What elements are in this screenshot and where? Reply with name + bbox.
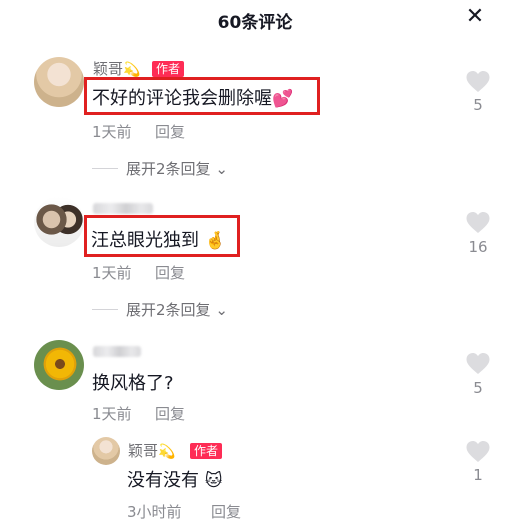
reply-button[interactable]: 回复 [155, 262, 185, 283]
avatar[interactable] [34, 340, 84, 390]
comment-count-title: 60条评论 [217, 13, 293, 33]
like-count: 5 [473, 379, 483, 397]
like-button[interactable] [463, 70, 493, 93]
hearts-emoji: 💕 [272, 89, 294, 109]
expand-replies-button[interactable]: 展开2条回复 ⌄ [126, 158, 228, 179]
reply-button[interactable]: 回复 [211, 501, 241, 522]
comment-text: 不好的评论我会删除喔💕 [92, 88, 294, 109]
avatar[interactable] [34, 57, 84, 107]
expand-divider [92, 309, 118, 310]
like-button[interactable] [463, 211, 493, 234]
like-button[interactable] [463, 352, 493, 375]
like-count: 1 [473, 466, 483, 484]
reply-time: 3小时前 [127, 503, 182, 521]
expand-divider [92, 168, 118, 169]
like-count: 5 [473, 96, 483, 114]
crossed-fingers-emoji: 🤞 [204, 231, 226, 251]
chevron-down-icon: ⌄ [215, 301, 228, 319]
like-button[interactable] [463, 440, 493, 463]
reply-text: 没有没有 🐱 [127, 470, 223, 491]
comment-time: 1天前 [92, 123, 132, 141]
reply-author[interactable]: 颖哥💫 [128, 440, 175, 461]
author-badge: 作者 [190, 443, 223, 459]
comment-text: 汪总眼光独到 🤞 [91, 230, 226, 251]
comment-time: 1天前 [92, 264, 132, 282]
comment-author[interactable]: 颖哥💫 [93, 58, 140, 79]
blurred-username [93, 203, 153, 214]
blurred-username [93, 346, 141, 357]
comments-panel: 60条评论 ✕ 颖哥💫 作者 不好的评论我会删除喔💕 1天前 回复 展开2条回复… [0, 0, 510, 530]
sparkle-icon: 💫 [123, 62, 141, 78]
comment-time: 1天前 [92, 405, 132, 423]
cat-emoji: 🐱 [204, 471, 223, 491]
heart-icon [466, 212, 490, 233]
reply-button[interactable]: 回复 [155, 403, 185, 424]
heart-icon [466, 353, 490, 374]
sparkle-icon: 💫 [158, 444, 176, 460]
chevron-down-icon: ⌄ [215, 160, 228, 178]
close-icon[interactable]: ✕ [464, 6, 486, 28]
comment-text: 换风格了? [92, 373, 174, 394]
reply-button[interactable]: 回复 [155, 121, 185, 142]
avatar[interactable] [34, 197, 84, 247]
author-badge: 作者 [152, 61, 185, 77]
avatar[interactable] [92, 437, 120, 465]
heart-icon [466, 441, 490, 462]
like-count: 16 [468, 238, 488, 256]
heart-icon [466, 71, 490, 92]
expand-replies-button[interactable]: 展开2条回复 ⌄ [126, 299, 228, 320]
